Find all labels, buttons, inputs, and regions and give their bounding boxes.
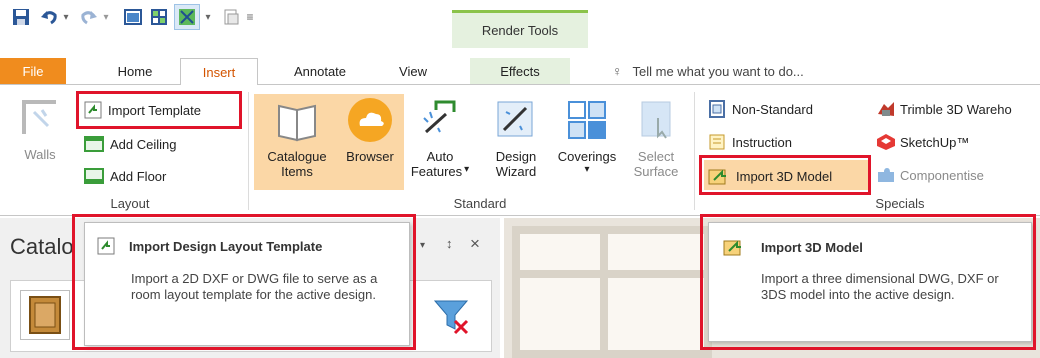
- print-icon[interactable]: [220, 6, 242, 28]
- panel-dropdown-icon[interactable]: ▾: [420, 240, 425, 251]
- window-mullion: [600, 226, 608, 358]
- tab-insert[interactable]: Insert: [180, 58, 258, 85]
- auto-features-button[interactable]: Auto Features ▾: [406, 96, 474, 179]
- add-ceiling-button[interactable]: Add Ceiling: [84, 132, 177, 156]
- add-floor-button[interactable]: Add Floor: [84, 164, 166, 188]
- tab-annotate[interactable]: Annotate: [272, 58, 368, 84]
- window-transom: [520, 270, 706, 278]
- tell-me-box[interactable]: ♀ Tell me what you want to do...: [612, 58, 804, 84]
- filter-clear-icon: [433, 300, 469, 335]
- trimble-warehouse-icon: [878, 102, 894, 116]
- select-surface-button[interactable]: Select Surface: [626, 96, 686, 179]
- design-wizard-icon: [497, 101, 533, 137]
- import-template-icon: [84, 101, 102, 119]
- browser-button[interactable]: Browser: [336, 96, 404, 164]
- group-label-standard: Standard: [453, 196, 507, 211]
- non-standard-button[interactable]: Non-Standard: [708, 98, 813, 120]
- pin-icon[interactable]: ↕: [446, 236, 453, 251]
- lightbulb-icon: ♀: [612, 63, 623, 79]
- import-template-button[interactable]: Import Template: [84, 98, 201, 122]
- customize-toolbar-icon[interactable]: ≡: [244, 6, 256, 28]
- auto-features-icon: [423, 100, 456, 134]
- sketchup-icon: [877, 134, 895, 150]
- coverings-dropdown-icon: ▾: [584, 164, 590, 175]
- add-floor-icon: [84, 168, 104, 184]
- tab-view[interactable]: View: [380, 58, 446, 84]
- group-separator: [248, 92, 249, 210]
- group-separator: [694, 92, 695, 210]
- cloud-icon: [348, 98, 392, 142]
- cabinet-icon: [29, 296, 61, 334]
- close-icon[interactable]: ×: [470, 234, 480, 254]
- catalogue-panel-title: Catalo: [10, 234, 74, 259]
- layout-view-icon[interactable]: [174, 4, 200, 30]
- cabinet-button[interactable]: [20, 290, 70, 340]
- design-wizard-button[interactable]: Design Wizard: [484, 96, 548, 179]
- coverings-button[interactable]: Coverings ▾: [550, 96, 624, 175]
- import-3d-model-icon: [708, 169, 726, 185]
- coverings-icon: [568, 101, 606, 139]
- componentise-button[interactable]: Componentise: [876, 164, 984, 186]
- walls-button[interactable]: Walls: [10, 98, 70, 188]
- clear-filter-button[interactable]: [426, 290, 476, 340]
- group-label-specials: Specials: [875, 196, 925, 211]
- grid-view-icon[interactable]: [148, 6, 170, 28]
- catalogue-items-button[interactable]: Catalogue Items: [256, 96, 338, 179]
- book-icon: [278, 104, 316, 142]
- puzzle-icon: [878, 168, 894, 182]
- redo-icon[interactable]: [78, 6, 100, 28]
- tooltip-model-annotation: [700, 214, 1036, 350]
- add-ceiling-icon: [84, 136, 104, 152]
- import-3d-model-button[interactable]: Import 3D Model: [708, 164, 832, 188]
- window-icon[interactable]: [122, 6, 144, 28]
- walls-icon: [22, 100, 56, 134]
- tooltip-template-annotation: [72, 214, 416, 350]
- instruction-icon: [709, 134, 725, 150]
- view-dropdown-icon[interactable]: ▾: [202, 6, 214, 28]
- sketchup-button[interactable]: SketchUp™: [876, 131, 969, 153]
- instruction-button[interactable]: Instruction: [708, 131, 792, 153]
- auto-features-dropdown-icon: ▾: [464, 164, 470, 175]
- window-frame: [512, 226, 712, 358]
- undo-icon[interactable]: [38, 6, 60, 28]
- context-tab-render-tools: Render Tools: [452, 10, 588, 48]
- tab-file[interactable]: File: [0, 58, 66, 84]
- tab-home[interactable]: Home: [104, 58, 166, 84]
- undo-dropdown-icon[interactable]: ▾: [60, 6, 72, 28]
- tab-effects[interactable]: Effects: [470, 58, 570, 84]
- redo-dropdown-icon[interactable]: ▾: [100, 6, 112, 28]
- save-icon[interactable]: [10, 6, 32, 28]
- non-standard-icon: [709, 100, 725, 118]
- trimble-3d-warehouse-button[interactable]: Trimble 3D Wareho: [876, 98, 1012, 120]
- select-surface-icon: [641, 101, 671, 139]
- group-label-layout: Layout: [110, 196, 150, 211]
